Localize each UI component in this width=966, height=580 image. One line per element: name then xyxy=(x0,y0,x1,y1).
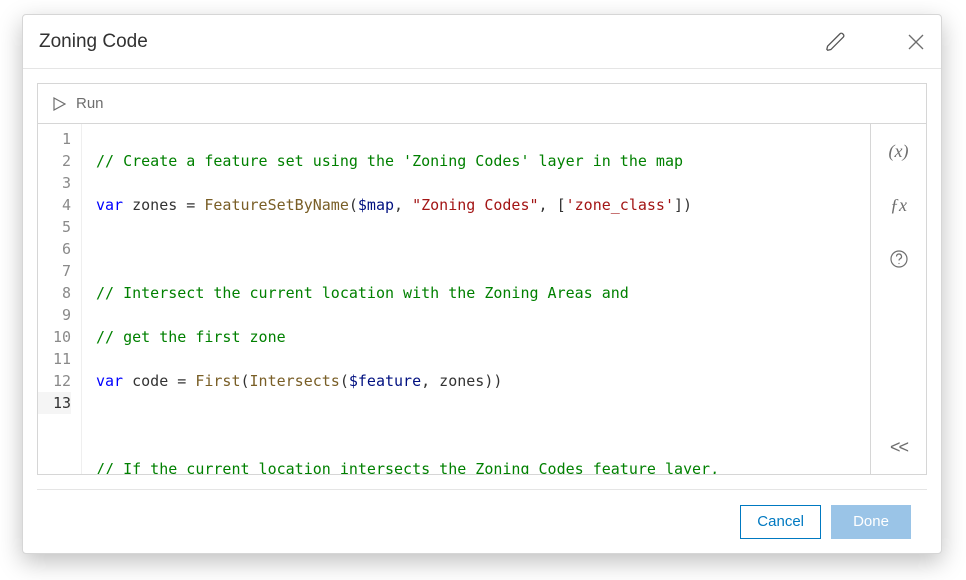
edit-icon[interactable] xyxy=(825,31,847,53)
done-button[interactable]: Done xyxy=(831,505,911,539)
line-number: 4 xyxy=(38,194,71,216)
dialog-title: Zoning Code xyxy=(39,31,148,53)
run-button[interactable]: Run xyxy=(52,95,104,112)
close-icon[interactable] xyxy=(907,33,925,51)
expression-dialog: Zoning Code Run 1 2 xyxy=(22,14,942,554)
line-number: 5 xyxy=(38,216,71,238)
dialog-header: Zoning Code xyxy=(23,15,941,69)
help-button[interactable] xyxy=(883,246,915,272)
line-number: 12 xyxy=(38,370,71,392)
code-editor[interactable]: 1 2 3 4 5 6 7 8 9 10 11 12 13 // Create … xyxy=(38,124,870,474)
line-number: 11 xyxy=(38,348,71,370)
cancel-button[interactable]: Cancel xyxy=(740,505,821,539)
dialog-footer: Cancel Done xyxy=(37,489,927,553)
dialog-body: Run 1 2 3 4 5 6 7 8 9 10 11 12 13 xyxy=(23,69,941,553)
line-number: 10 xyxy=(38,326,71,348)
line-gutter: 1 2 3 4 5 6 7 8 9 10 11 12 13 xyxy=(38,124,82,474)
side-panel: (x) ƒx << xyxy=(870,124,926,474)
line-number: 6 xyxy=(38,238,71,260)
line-number: 2 xyxy=(38,150,71,172)
collapse-button[interactable]: << xyxy=(883,434,915,460)
line-number: 9 xyxy=(38,304,71,326)
line-number: 7 xyxy=(38,260,71,282)
line-number: 13 xyxy=(38,392,71,414)
editor-container: 1 2 3 4 5 6 7 8 9 10 11 12 13 // Create … xyxy=(37,123,927,475)
functions-button[interactable]: ƒx xyxy=(883,192,915,218)
line-number: 1 xyxy=(38,128,71,150)
globals-button[interactable]: (x) xyxy=(883,138,915,164)
line-number: 3 xyxy=(38,172,71,194)
run-toolbar: Run xyxy=(37,83,927,123)
line-number: 8 xyxy=(38,282,71,304)
run-label: Run xyxy=(76,95,104,112)
code-area[interactable]: // Create a feature set using the 'Zonin… xyxy=(82,124,719,474)
